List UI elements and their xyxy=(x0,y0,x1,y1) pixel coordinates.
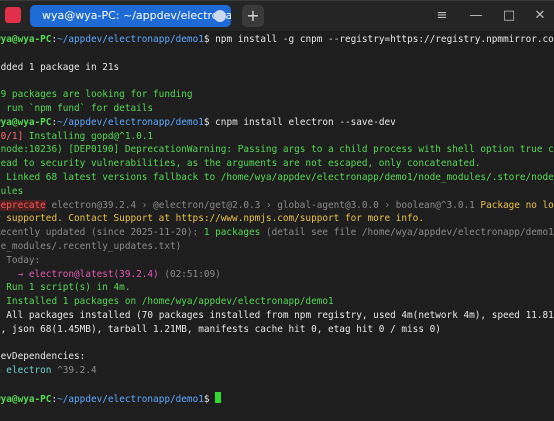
prompt-path: ~/appdev/electronapp/demo1 xyxy=(57,393,204,405)
tab-title: wya@wya-PC: ~/appdev/electronapp/demo1 xyxy=(42,9,231,22)
terminal-output[interactable]: wya@wya-PC:~/appdev/electronapp/demo1$ n… xyxy=(0,32,554,421)
prompt-user: wya@wya-PC xyxy=(0,116,52,128)
summary-text: All packages installed (70 packages inst… xyxy=(0,309,554,321)
deprecate-chain: electron@39.2.4 › @electron/get@2.0.3 › … xyxy=(45,199,481,211)
terminal-cursor xyxy=(215,391,222,403)
devdep-name: electron xyxy=(6,365,52,377)
output-line: s, json 68(1.45MB), tarball 1.21MB, mani… xyxy=(0,323,441,335)
output-line: ✓ All packages installed (70 packages in… xyxy=(0,309,554,323)
new-tab-button[interactable]: + xyxy=(242,5,264,27)
output-line: dules xyxy=(0,185,24,197)
install-status: Installing gopd@^1.0.1 xyxy=(23,130,154,142)
prompt-path: ~/appdev/electronapp/demo1 xyxy=(57,116,204,128)
output-line: 69 packages are looking for funding xyxy=(0,89,193,101)
output-line: run `npm fund` for details xyxy=(0,102,154,114)
update-arrow: → xyxy=(17,268,24,280)
output-line: r supported. Contact Support at https://… xyxy=(0,213,424,225)
output-line: ✓ Installed 1 packages on /home/wya/appd… xyxy=(0,296,334,308)
recent-count: 1 packages xyxy=(203,227,261,239)
deprecate-tag: deprecate xyxy=(0,199,46,211)
output-line: [0/1] Installing gopd@^1.0.1 xyxy=(0,130,554,144)
output-line: (node:10236) [DEP0190] DeprecationWarnin… xyxy=(0,144,554,156)
output-line: Today: xyxy=(6,254,41,266)
recent-detail: (detail see file /home/wya/appdev/electr… xyxy=(260,227,554,239)
output-line: + electron ^39.2.4 xyxy=(0,364,554,378)
maximize-icon[interactable]: □ xyxy=(499,6,519,26)
close-tab-icon[interactable] xyxy=(214,10,226,22)
prompt-line: wya@wya-PC:~/appdev/electronapp/demo1$ c… xyxy=(0,116,554,130)
tab-terminal[interactable]: wya@wya-PC: ~/appdev/electronapp/demo1 xyxy=(30,5,231,27)
command-text: npm install -g cnpm --registry=https://r… xyxy=(209,34,554,45)
terminal-app-icon[interactable] xyxy=(5,7,21,23)
deprecate-message: Package no longe xyxy=(480,199,554,211)
progress-counter: [0/1] xyxy=(0,130,24,142)
output-line: deprecate electron@39.2.4 › @electron/ge… xyxy=(0,199,554,213)
output-line: devDependencies: xyxy=(0,351,86,363)
output-line: de_modules/.recently_updates.txt) xyxy=(0,240,182,252)
output-line: ✓ Run 1 script(s) in 4m. xyxy=(0,282,131,294)
prompt-path: ~/appdev/electronapp/demo1 xyxy=(57,34,204,45)
prompt-line: wya@wya-PC:~/appdev/electronapp/demo1$ xyxy=(0,391,554,406)
update-time: (02:51:09) xyxy=(158,268,221,280)
output-line: → electron@latest(39.2.4) (02:51:09) xyxy=(0,268,554,282)
devdep-version: ^39.2.4 xyxy=(51,365,97,377)
title-bar: wya@wya-PC: ~/appdev/electronapp/demo1 +… xyxy=(0,1,554,32)
command-text: cnpm install electron --save-dev xyxy=(209,116,396,128)
prompt-line: wya@wya-PC:~/appdev/electronapp/demo1$ n… xyxy=(0,33,554,47)
updated-package: electron@latest(39.2.4) xyxy=(28,268,159,280)
menu-icon[interactable]: ≡ xyxy=(432,6,452,26)
terminal-window: wya@wya-PC: ~/appdev/electronapp/demo1 +… xyxy=(0,0,554,421)
prompt-user: wya@wya-PC xyxy=(0,393,52,405)
output-line: lead to security vulnerabilities, as the… xyxy=(0,158,481,170)
output-line: Recently updated (since 2025-11-20): 1 p… xyxy=(0,226,554,240)
recent-label: Recently updated (since 2025-11-20): xyxy=(0,227,204,239)
prompt-user: wya@wya-PC xyxy=(0,34,52,45)
minimize-icon[interactable]: — xyxy=(466,6,486,26)
output-line: ✓ Linked 68 latest versions fallback to … xyxy=(0,171,554,183)
output-line: added 1 package in 21s xyxy=(0,61,120,73)
close-window-icon[interactable]: ✕ xyxy=(530,6,550,26)
